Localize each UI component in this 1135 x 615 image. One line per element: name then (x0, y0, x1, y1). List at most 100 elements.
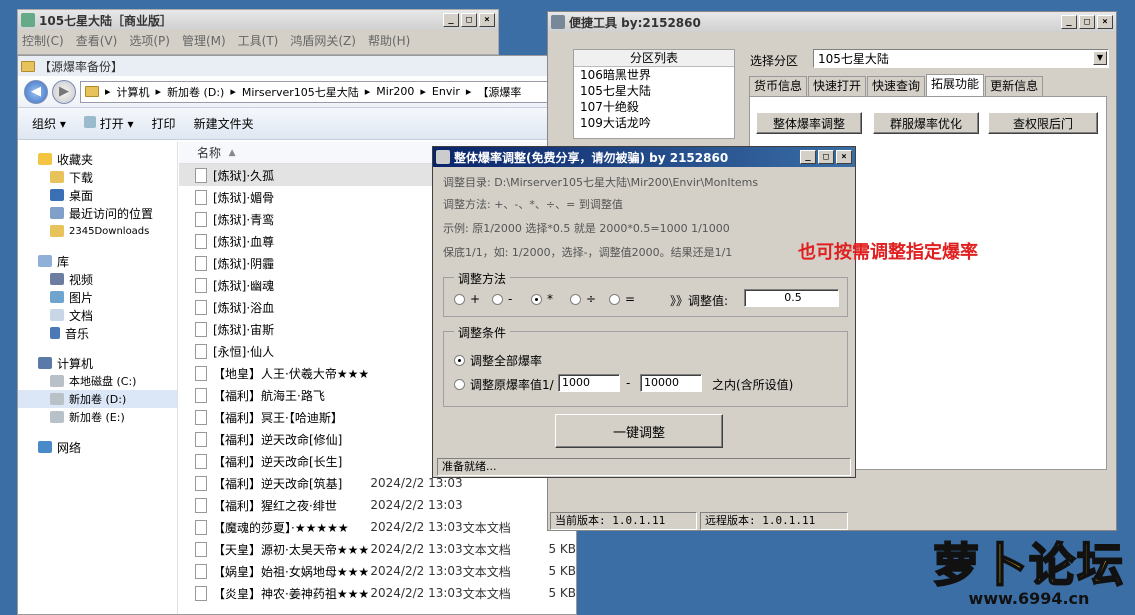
dialog-title: 整体爆率调整(免费分享，请勿被骗) by 2152860 (454, 150, 729, 165)
nav-local-c[interactable]: 本地磁盘 (C:) (18, 372, 177, 390)
file-name: [炼狱]·宙斯 (213, 322, 275, 337)
menu-view[interactable]: 查看(V) (76, 32, 118, 49)
text-file-icon (195, 585, 207, 601)
network-icon (38, 441, 52, 453)
range-dash: - (626, 376, 631, 390)
forward-button[interactable]: ▶ (52, 79, 76, 104)
dialog-titlebar[interactable]: 整体爆率调整(免费分享，请勿被骗) by 2152860 _ □ × (433, 147, 855, 167)
nav-music[interactable]: 音乐 (18, 324, 177, 342)
back-button[interactable]: ◀ (24, 79, 48, 104)
menu-manage[interactable]: 管理(M) (182, 32, 226, 49)
op-minus-radio[interactable]: - (492, 292, 512, 306)
range-from-input[interactable]: 1000 (558, 374, 620, 392)
file-name: 【魔魂的莎夏】·★★★★★ (213, 520, 349, 535)
nav-recent[interactable]: 最近访问的位置 (18, 204, 177, 222)
op-multiply-radio[interactable]: * (531, 292, 553, 306)
menu-options[interactable]: 选项(P) (129, 32, 170, 49)
file-row[interactable]: 【娲皇】始祖·女娲地母★★★ 2024/2/2 13:03 文本文档 5 KB (179, 560, 576, 582)
new-folder-button[interactable]: 新建文件夹 (194, 115, 254, 132)
minimize-button[interactable]: _ (800, 150, 816, 164)
chevron-down-icon[interactable]: ▼ (1093, 51, 1107, 65)
maximize-button[interactable]: □ (461, 13, 477, 27)
open-button[interactable]: 打开 ▾ (83, 115, 134, 132)
breadcrumb-envir[interactable]: Envir (432, 85, 460, 98)
file-row[interactable]: 【炎皇】神农·姜神药祖★★★ 2024/2/2 13:03 文本文档 5 KB (179, 582, 576, 604)
menu-help[interactable]: 帮助(H) (368, 32, 410, 49)
file-name: [炼狱]·阴霾 (213, 256, 275, 271)
file-name: [炼狱]·媚骨 (213, 190, 275, 205)
file-date: 2024/2/2 13:03 (370, 586, 463, 600)
file-date: 2024/2/2 13:03 (370, 564, 463, 578)
partition-item[interactable]: 106暗黑世界 (574, 67, 734, 83)
breadcrumb-mirserver[interactable]: Mirserver105七星大陆 (242, 84, 359, 100)
menu-tools[interactable]: 工具(T) (238, 32, 279, 49)
permission-backdoor-button[interactable]: 查权限后门 (988, 112, 1098, 134)
text-file-icon (195, 475, 207, 491)
nav-downloads[interactable]: 下载 (18, 168, 177, 186)
nav-favorites[interactable]: 收藏夹 (18, 150, 177, 168)
adjust-value-input[interactable]: 0.5 (744, 289, 839, 307)
adjust-range-radio[interactable]: 调整原爆率值1/ (454, 376, 554, 393)
nav-network[interactable]: 网络 (18, 438, 177, 456)
menu-control[interactable]: 控制(C) (22, 32, 64, 49)
tab-quick-open[interactable]: 快速打开 (808, 76, 867, 96)
partition-item[interactable]: 109大话龙吟 (574, 115, 734, 131)
op-plus-radio[interactable]: + (454, 292, 480, 306)
address-bar[interactable]: ▸ 计算机 ▸ 新加卷 (D:) ▸ Mirserver105七星大陆 ▸ Mir20… (80, 80, 570, 103)
op-equal-radio[interactable]: = (609, 292, 635, 306)
minimize-button[interactable]: _ (1061, 15, 1077, 29)
nav-new-e[interactable]: 新加卷 (E:) (18, 408, 177, 426)
partition-item[interactable]: 105七星大陆 (574, 83, 734, 99)
server-window-titlebar[interactable]: 105七星大陆［商业版］ _ □ × (18, 10, 498, 30)
tab-extensions[interactable]: 拓展功能 (926, 74, 985, 96)
close-button[interactable]: × (836, 150, 852, 164)
breadcrumb-backup[interactable]: 【源爆率 (477, 84, 521, 100)
file-row[interactable]: 【天皇】源初·太昊天帝★★★ 2024/2/2 13:03 文本文档 5 KB (179, 538, 576, 560)
navigation-pane: 收藏夹 下载 桌面 最近访问的位置 2345Downloads 库 视频 图片 … (18, 142, 178, 614)
overall-droprate-button[interactable]: 整体爆率调整 (756, 112, 862, 134)
tab-currency[interactable]: 货币信息 (749, 76, 808, 96)
breadcrumb-mir200[interactable]: Mir200 (376, 85, 414, 98)
nav-desktop[interactable]: 桌面 (18, 186, 177, 204)
op-divide-radio[interactable]: ÷ (570, 292, 596, 306)
nav-libraries[interactable]: 库 (18, 252, 177, 270)
partition-item[interactable]: 107十绝殺 (574, 99, 734, 115)
tool-titlebar[interactable]: 便捷工具 by:2152860 _ □ × (548, 12, 1116, 32)
nav-2345downloads[interactable]: 2345Downloads (18, 222, 177, 240)
close-button[interactable]: × (479, 13, 495, 27)
explorer-titlebar[interactable]: 【源爆率备份】 (18, 56, 576, 76)
file-name: [炼狱]·浴血 (213, 300, 275, 315)
open-icon (83, 116, 96, 128)
file-size: 5 KB (548, 564, 576, 578)
print-button[interactable]: 打印 (152, 115, 176, 132)
apply-button[interactable]: 一键调整 (555, 414, 723, 448)
nav-videos[interactable]: 视频 (18, 270, 177, 288)
file-size: 5 KB (548, 586, 576, 600)
close-button[interactable]: × (1097, 15, 1113, 29)
file-name: 【娲皇】始祖·女娲地母★★★ (213, 564, 370, 579)
nav-documents[interactable]: 文档 (18, 306, 177, 324)
folder-icon (21, 60, 35, 72)
partition-select[interactable]: 105七星大陆 ▼ (813, 49, 1109, 68)
group-droprate-button[interactable]: 群服爆率优化 (873, 112, 979, 134)
tab-updates[interactable]: 更新信息 (985, 76, 1044, 96)
file-row[interactable]: 【魔魂的莎夏】·★★★★★2024/2/2 13:03文本文档7 KB (179, 516, 576, 538)
adjust-all-radio[interactable]: 调整全部爆率 (454, 352, 542, 369)
range-to-input[interactable]: 10000 (640, 374, 702, 392)
nav-new-d[interactable]: 新加卷 (D:) (18, 390, 177, 408)
file-row[interactable]: 【福利】猩红之夜·绯世 2024/2/2 13:03 (179, 494, 576, 516)
minimize-button[interactable]: _ (443, 13, 459, 27)
nav-computer[interactable]: 计算机 (18, 354, 177, 372)
maximize-button[interactable]: □ (818, 150, 834, 164)
organize-button[interactable]: 组织 ▾ (32, 115, 66, 132)
breadcrumb-drive[interactable]: 新加卷 (D:) (167, 84, 224, 100)
nav-pictures[interactable]: 图片 (18, 288, 177, 306)
breadcrumb-computer[interactable]: 计算机 (117, 84, 150, 100)
menu-gateway[interactable]: 鸿盾网关(Z) (290, 32, 356, 49)
file-name: 【福利】逆天改命[修仙] (213, 432, 343, 447)
tab-quick-query[interactable]: 快速查询 (867, 76, 926, 96)
partition-list[interactable]: 分区列表 106暗黑世界 105七星大陆 107十绝殺 109大话龙吟 (573, 49, 735, 139)
text-file-icon (195, 167, 207, 183)
text-file-icon (195, 365, 207, 381)
maximize-button[interactable]: □ (1079, 15, 1095, 29)
